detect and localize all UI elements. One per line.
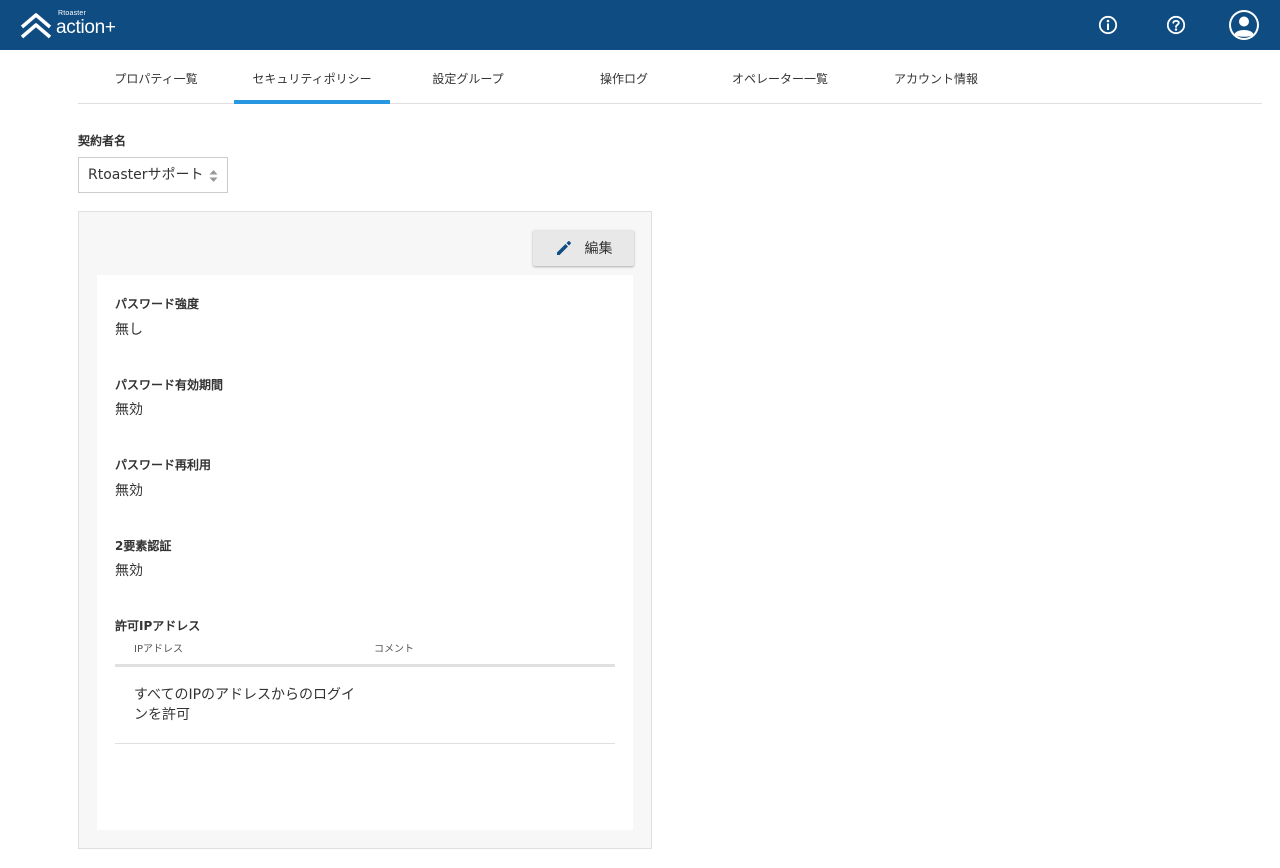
two-factor-label: 2要素認証 (115, 539, 172, 553)
contract-select[interactable]: Rtoasterサポート (78, 157, 228, 193)
edit-button[interactable]: 編集 (533, 230, 634, 266)
comment-column-header: コメント (374, 644, 414, 655)
password-reuse-value: 無効 (115, 483, 143, 499)
tab-bar: プロパティ一覧 セキュリティポリシー 設定グループ 操作ログ オペレーター一覧 … (78, 50, 1262, 104)
password-expiry-value: 無効 (115, 402, 143, 418)
table-row: すべてのIPのアドレスからのログインを許可 (115, 680, 615, 744)
tab-account-info[interactable]: アカウント情報 (858, 50, 1014, 104)
contract-label: 契約者名 (78, 134, 127, 148)
allowed-ip-label: 許可IPアドレス (115, 619, 201, 633)
policy-details-card: パスワード強度 無し パスワード有効期間 無効 パスワード再利用 無効 2要素認… (97, 275, 633, 830)
password-strength-label: パスワード強度 (115, 297, 200, 311)
tab-security-policy[interactable]: セキュリティポリシー (234, 50, 390, 104)
logo-brand-small: Rtoaster (58, 10, 87, 17)
tab-operation-log[interactable]: 操作ログ (546, 50, 702, 104)
pencil-icon (556, 241, 571, 255)
tab-settings-group[interactable]: 設定グループ (390, 50, 546, 104)
password-reuse-label: パスワード再利用 (115, 458, 212, 472)
tab-operator-list[interactable]: オペレーター一覧 (702, 50, 858, 104)
ip-address-cell: すべてのIPのアドレスからのログインを許可 (134, 687, 356, 723)
top-app-bar: Rtoaster action+ (0, 0, 1280, 50)
info-icon[interactable] (1098, 15, 1118, 35)
logo-chevron-icon (20, 13, 52, 39)
password-expiry-label: パスワード有効期間 (115, 378, 224, 392)
logo-brand-main: action+ (56, 17, 116, 38)
select-updown-icon (209, 170, 218, 182)
app-logo[interactable]: Rtoaster action+ (20, 10, 126, 40)
ip-address-column-header: IPアドレス (134, 644, 183, 655)
edit-button-label: 編集 (584, 241, 613, 257)
user-avatar-icon[interactable] (1228, 9, 1260, 41)
table-header-divider (115, 664, 615, 667)
tab-property-list[interactable]: プロパティ一覧 (78, 50, 234, 104)
contract-select-value: Rtoasterサポート (88, 167, 204, 183)
security-policy-panel: 編集 パスワード強度 無し パスワード有効期間 無効 パスワード再利用 無効 2… (78, 211, 652, 849)
logo-text: Rtoaster action+ (56, 10, 126, 40)
password-strength-value: 無し (115, 322, 143, 338)
two-factor-value: 無効 (115, 563, 143, 579)
help-icon[interactable] (1166, 15, 1186, 35)
